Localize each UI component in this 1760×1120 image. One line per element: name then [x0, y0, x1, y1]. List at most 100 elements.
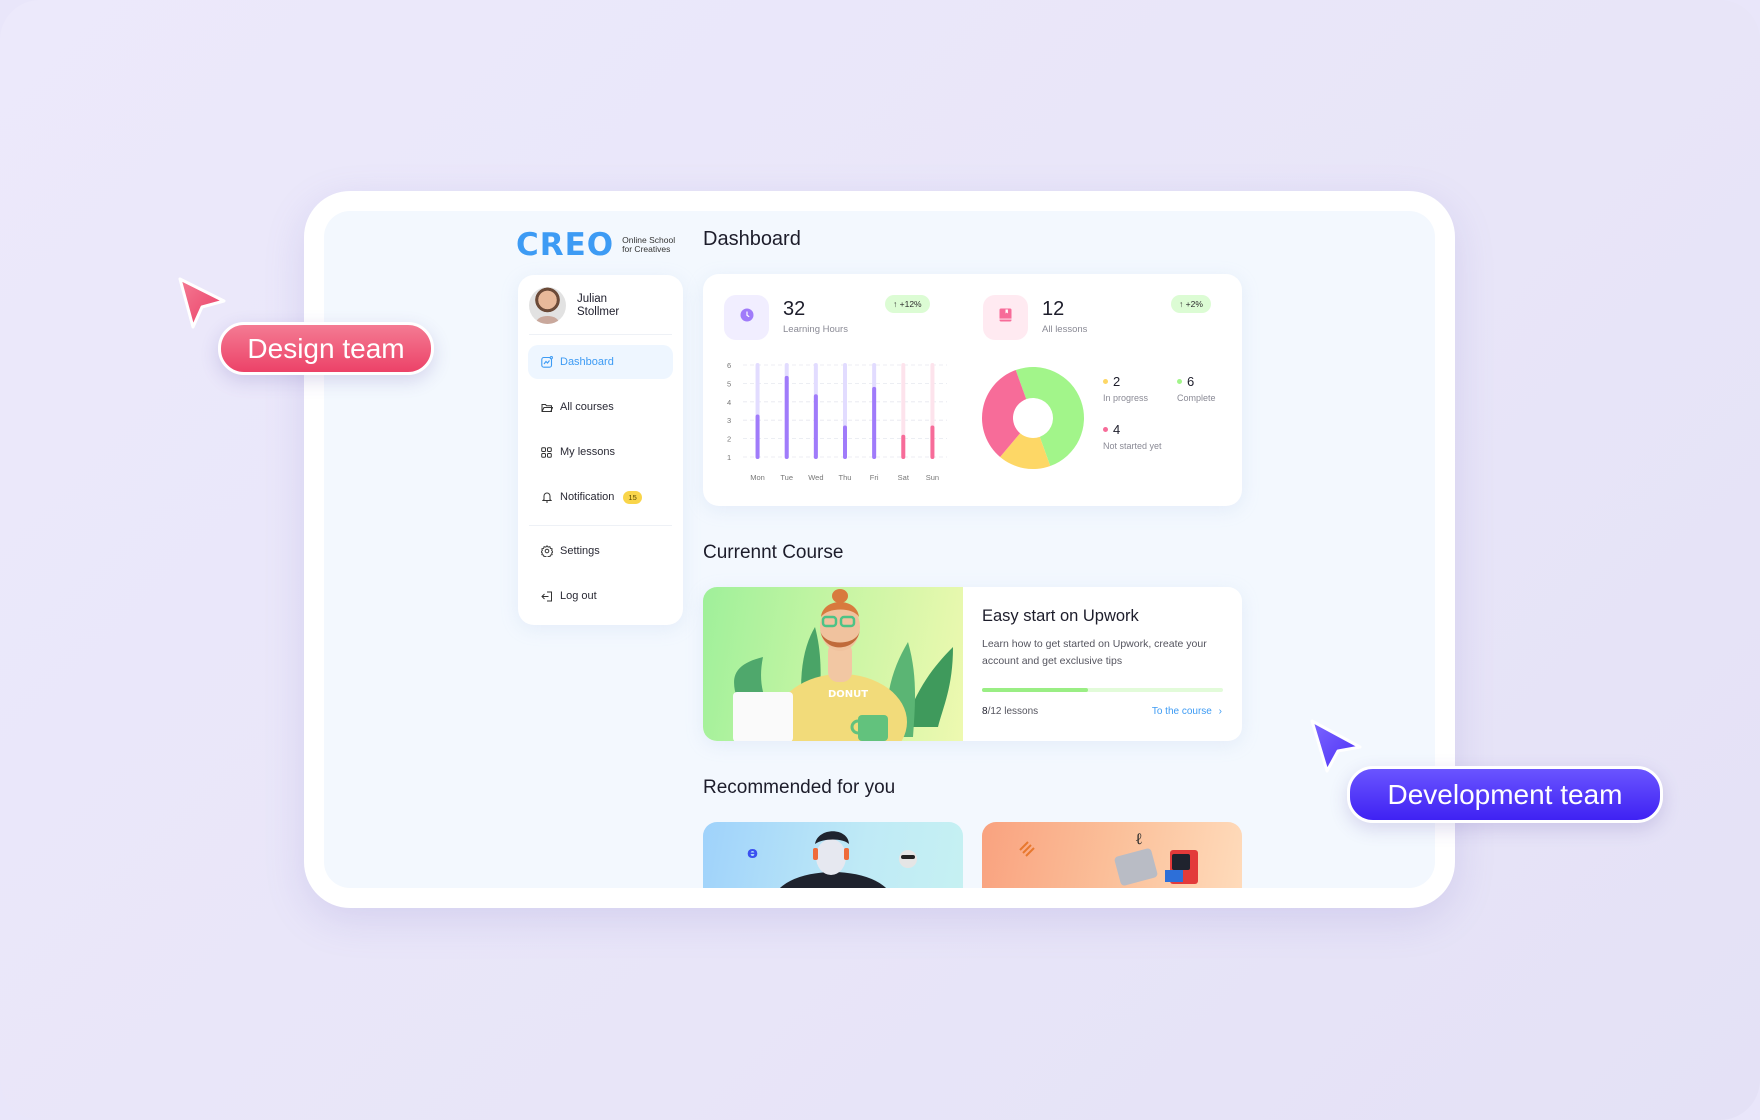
recommended-illustration-2: ℓ: [1019, 829, 1198, 886]
legend-label: Complete: [1177, 393, 1216, 403]
development-team-cursor-icon: [1310, 719, 1362, 773]
sidebar-item-label: My lessons: [560, 446, 616, 458]
course-progress-fill: [982, 688, 1089, 692]
x-tick-label: Fri: [870, 473, 879, 482]
recommended-course-card-2[interactable]: ℓ: [982, 822, 1242, 888]
legend-dot-complete: [1177, 379, 1182, 384]
logo-mark: CREO: [516, 227, 614, 263]
sidebar-item-label: All courses: [560, 401, 614, 413]
course-title: Easy start on Upwork: [982, 607, 1139, 625]
legend-value: 6: [1187, 374, 1195, 389]
lessons-total: /12 lessons: [987, 706, 1039, 717]
sidebar-item-dashboard[interactable]: Dashboard: [528, 345, 673, 379]
svg-text:ℓ: ℓ: [1135, 829, 1143, 848]
clock-icon: [740, 308, 754, 327]
all-lessons-icon-box: [983, 295, 1028, 340]
course-progress-bar: [982, 688, 1223, 692]
page-title: Dashboard: [703, 228, 801, 250]
sidebar-nav: Dashboard All courses My lessons Notific…: [518, 335, 683, 514]
sidebar-item-label: Dashboard: [560, 356, 614, 368]
recommended-heading: Recommended for you: [703, 777, 896, 798]
learning-hours-stat: 32 Learning Hours: [724, 295, 848, 340]
sidebar-item-label: Notification: [560, 491, 615, 503]
legend-not-started: 4 Not started yet: [1103, 422, 1162, 451]
course-lessons-count: 8/12 lessons: [982, 706, 1038, 717]
all-lessons-value: 12: [1042, 298, 1065, 320]
sidebar-item-settings[interactable]: Settings: [528, 534, 673, 568]
logo[interactable]: CREO Online School for Creatives: [516, 227, 675, 263]
arrow-up-icon: ↑: [1179, 299, 1184, 309]
x-tick-label: Thu: [839, 473, 852, 482]
sidebar-item-my-lessons[interactable]: My lessons: [528, 435, 673, 469]
user-last-name: Stollmer: [577, 305, 620, 318]
learning-hours-label: Learning Hours: [783, 324, 848, 335]
all-lessons-trend: +2%: [1185, 299, 1203, 309]
user-profile[interactable]: Julian Stollmer: [518, 275, 683, 334]
legend-value: 4: [1113, 422, 1121, 437]
sidebar: Julian Stollmer Dashboard All courses My…: [518, 275, 683, 625]
to-the-course-label: To the course: [1151, 706, 1212, 717]
x-tick-label: Tue: [780, 473, 793, 482]
app-screen: CREO Online School for Creatives Dashboa…: [324, 211, 1435, 888]
all-lessons-stat: 12 All lessons: [983, 295, 1087, 340]
svg-text:ɵ: ɵ: [747, 843, 758, 862]
legend-label: Not started yet: [1103, 441, 1162, 451]
y-tick-label: 1: [727, 453, 731, 462]
y-tick-label: 3: [727, 416, 731, 425]
sidebar-item-all-courses[interactable]: All courses: [528, 390, 673, 424]
legend-dot-not-started: [1103, 427, 1108, 432]
chart-icon: [540, 356, 553, 369]
legend-in-progress: 2 In progress: [1103, 374, 1148, 403]
x-tick-label: Wed: [808, 473, 823, 482]
notification-badge: 15: [623, 490, 642, 504]
learning-hours-trend-badge: ↑ +12%: [885, 295, 930, 313]
learning-hours-bar-chart: 1 2 3 4 5 6 Mon Tue Wed Thu Fri Sat Sun: [727, 361, 947, 482]
sidebar-item-log-out[interactable]: Log out: [528, 579, 673, 613]
legend-label: In progress: [1103, 393, 1149, 403]
user-first-name: Julian: [577, 292, 608, 305]
stats-card: 32 Learning Hours ↑ +12% 12 All lessons …: [703, 274, 1242, 506]
design-team-label: Design team: [218, 322, 434, 375]
legend-value: 2: [1113, 374, 1121, 389]
sidebar-item-label: Log out: [560, 590, 597, 602]
logo-subtitle: Online School for Creatives: [622, 236, 675, 254]
development-team-label: Development team: [1347, 766, 1663, 823]
current-course-card[interactable]: DONUT Easy start on Upwork Learn how to …: [703, 587, 1242, 741]
legend-dot-in-progress: [1103, 379, 1108, 384]
current-course-heading: Currennt Course: [703, 542, 844, 563]
recommended-course-card-1[interactable]: ɵ: [703, 822, 963, 888]
logout-icon: [540, 590, 553, 603]
y-tick-label: 5: [727, 379, 731, 388]
svg-text:DONUT: DONUT: [828, 689, 868, 700]
design-team-cursor-icon: [178, 277, 226, 329]
book-icon: [999, 308, 1012, 327]
x-tick-label: Sat: [898, 473, 910, 482]
chevron-right-icon: ›: [1218, 706, 1222, 717]
arrow-up-icon: ↑: [893, 299, 898, 309]
y-tick-label: 4: [727, 398, 731, 407]
sidebar-bottom-nav: Settings Log out: [518, 526, 683, 613]
recommended-illustration-1: ɵ: [747, 831, 917, 888]
course-description: Learn how to get started on Upwork, crea…: [982, 638, 1207, 667]
lessons-donut-chart: [982, 367, 1084, 469]
all-lessons-trend-badge: ↑ +2%: [1171, 295, 1211, 313]
all-lessons-label: All lessons: [1042, 324, 1088, 335]
avatar: [529, 287, 566, 324]
user-name: Julian Stollmer: [577, 293, 619, 319]
folder-icon: [540, 401, 553, 414]
design-team-label-text: Design team: [247, 332, 405, 364]
gear-icon: [540, 545, 553, 558]
logo-text: CREO: [516, 227, 615, 263]
x-tick-label: Mon: [750, 473, 765, 482]
learning-hours-icon-box: [724, 295, 769, 340]
learning-hours-value: 32: [783, 298, 806, 320]
legend-complete: 6 Complete: [1177, 374, 1216, 403]
sidebar-item-label: Settings: [560, 545, 600, 557]
to-the-course-link[interactable]: To the course ›: [1152, 706, 1222, 717]
sidebar-item-notification[interactable]: Notification 15: [528, 480, 673, 514]
y-tick-label: 2: [727, 435, 731, 444]
bell-icon: [540, 491, 553, 504]
y-tick-label: 6: [727, 361, 731, 370]
development-team-label-text: Development team: [1387, 778, 1623, 810]
x-tick-label: Sun: [926, 473, 939, 482]
